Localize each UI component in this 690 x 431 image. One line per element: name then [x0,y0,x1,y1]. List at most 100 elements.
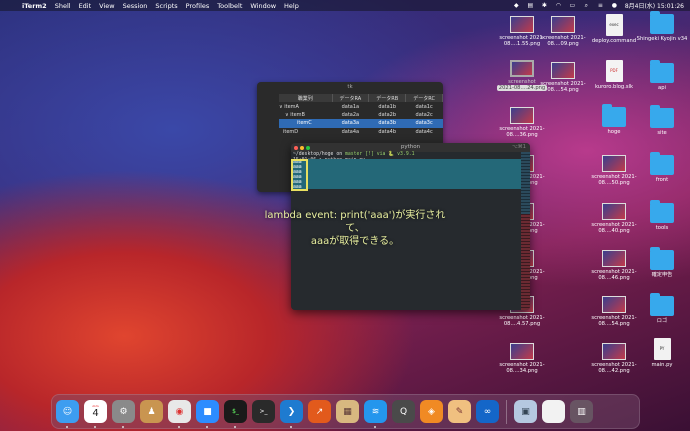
folder-icon [650,11,674,34]
column-header[interactable]: データRB [368,94,407,103]
infinity-icon[interactable]: ∞ [476,400,499,423]
desktop-file[interactable]: screenshot 2021-08....54.png [535,62,591,93]
scrollbar[interactable] [521,152,530,310]
terminal-titlebar[interactable]: python ⌥⌘1 [291,143,530,152]
menu-scripts[interactable]: Scripts [155,2,177,10]
control-center-icon[interactable]: ≡ [597,2,604,9]
table-cell: data1c [415,103,433,110]
dropbox-icon[interactable]: ◆ [513,2,520,9]
battery-icon[interactable]: ▭ [569,2,576,9]
notes-icon[interactable]: ✎ [448,400,471,423]
tree-cell: ∨ itemA [279,103,299,110]
document-icon[interactable] [542,400,565,423]
terminal-icon[interactable]: >_ [252,400,275,423]
zoom-icon[interactable]: ■ [196,400,219,428]
table-cell: data4b [378,128,397,135]
desktop-file[interactable]: screenshot 2021-08....34.png [494,343,550,374]
desktop-folder[interactable]: 確定申告 [634,247,690,278]
image-thumbnail-icon [551,16,575,33]
highlight-box [291,159,308,191]
desktop-folder[interactable]: api [634,60,690,91]
menu-iterm2[interactable]: iTerm2 [22,2,47,10]
annotation-line-2: aaaが取得できる。 [310,236,400,247]
contacts-icon[interactable]: ♟ [140,400,163,423]
desktop-file[interactable]: screenshot 2021-08....36.png [494,107,550,138]
table-cell: data2a [341,111,360,118]
activity-monitor-icon[interactable]: ↗ [308,400,331,423]
table-cell: data1b [378,103,397,110]
menu-view[interactable]: View [99,2,114,10]
tray-icon[interactable]: ▤ [527,2,534,9]
table-row[interactable]: ∨ itemA data1a data1b data1c [279,102,443,110]
desktop-folder[interactable]: front [634,152,690,183]
tk-window-title[interactable]: tk [257,82,443,92]
image-thumbnail-icon [602,155,626,172]
vscode-icon[interactable]: ❯ [280,400,303,428]
treeview-table[interactable]: 職業列 データRA データRB データRC ∨ itemA data1a dat… [279,94,443,136]
siri-icon[interactable]: ● [611,2,618,9]
image-thumbnail-icon [602,250,626,267]
zoom-button[interactable] [306,145,310,150]
calendar-icon[interactable]: AUG 4 [84,400,107,428]
image-thumbnail-icon [602,296,626,313]
dock-separator [506,399,507,424]
sourcetree-icon[interactable]: ◈ [420,400,443,423]
clock[interactable]: 8月4日(水) 15:01:26 [625,1,684,10]
menu-profiles[interactable]: Profiles [186,2,210,10]
wifi-icon[interactable]: ◠ [555,2,562,9]
folder-icon [650,293,674,316]
menu-session[interactable]: Session [123,2,148,10]
trash-icon[interactable]: ▥ [570,400,593,423]
desktop-folder[interactable]: site [634,105,690,136]
tree-cell: ∨ itemB [285,111,305,118]
image-thumbnail-icon [510,343,534,360]
folder-icon [650,152,674,175]
search-icon[interactable]: ⌕ [583,2,590,9]
table-row[interactable]: ∨ itemB data2a data2b data2c [279,111,443,119]
chrome-icon[interactable]: ◉ [168,400,191,428]
minimize-button[interactable] [300,145,304,150]
docker-icon[interactable]: ≋ [364,400,387,428]
column-header[interactable]: 職業列 [279,94,333,103]
tab-shortcut: ⌥⌘1 [512,144,526,150]
image-thumbnail-icon [510,107,534,124]
menu-help[interactable]: Help [284,2,299,10]
bluetooth-icon[interactable]: ✱ [541,2,548,9]
folder-icon [650,247,674,270]
menu-shell[interactable]: Shell [55,2,71,10]
table-cell: data3a [332,119,369,128]
desktop-file[interactable]: screenshot 2021-08....09.png [535,16,591,47]
menu-bar: iTerm2 Shell Edit View Session Scripts P… [0,0,690,11]
python-file-icon: PY [653,338,671,360]
preview-icon[interactable]: ▣ [514,400,537,423]
terminal-title: python [400,144,421,150]
tree-cell: itemC [279,119,333,128]
finder-icon[interactable]: ☺ [56,400,79,428]
table-row[interactable]: itemD data4a data4b data4c [279,128,443,136]
desktop-folder[interactable]: Shingeki Kyojin v34 [634,11,690,42]
table-header: 職業列 データRA データRB データRC [279,94,443,103]
image-thumbnail-icon [602,343,626,360]
iterm-icon[interactable]: $_ [224,400,247,428]
column-header[interactable]: データRC [405,94,443,103]
prompt-path: ~/desktop/hoge on [293,152,345,157]
menu-window[interactable]: Window [250,2,276,10]
desktop-file-main-py[interactable]: PY main.py [634,338,690,368]
calendar-day: 4 [92,408,99,419]
system-preferences-icon[interactable]: ⚙ [112,400,135,428]
menu-toolbelt[interactable]: Toolbelt [217,2,242,10]
desktop-folder[interactable]: tools [634,200,690,231]
quicktime-icon[interactable]: Q [392,400,415,423]
image-thumbnail-icon [602,203,626,220]
column-header[interactable]: データRA [332,94,370,103]
table-row-selected[interactable]: itemC data3a data3b data3c [279,119,443,128]
menu-edit[interactable]: Edit [79,2,92,10]
output-highlight [291,159,521,189]
package-icon[interactable]: ▦ [336,400,359,423]
folder-icon [650,105,674,128]
dock: ☺ AUG 4 ⚙ ♟ ◉ ■ $_ >_ ❯ ↗ ▦ ≋ Q ◈ ✎ ∞ ▣ ▥ [51,394,640,429]
desktop-folder[interactable]: ロゴ [634,293,690,324]
image-thumbnail-icon [551,62,575,79]
annotation-text: lambda event: print('aaa')が実行されて、 aaaが取得… [255,209,455,248]
close-button[interactable] [294,145,298,150]
